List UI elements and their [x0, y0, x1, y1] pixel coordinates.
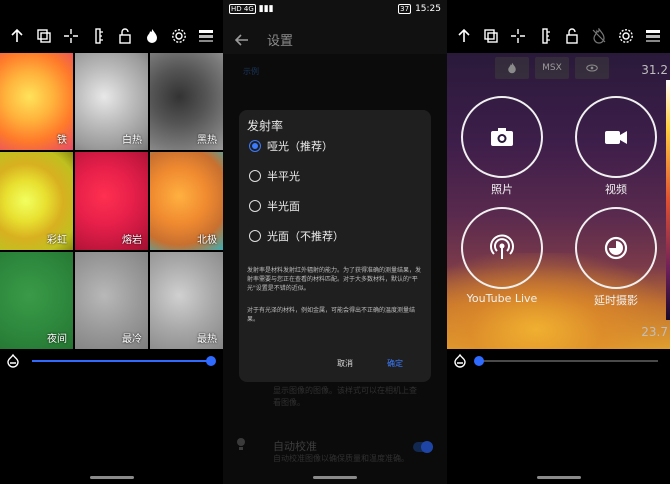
- palette-tile-black-hot[interactable]: 黑热: [150, 53, 223, 151]
- emissivity-dialog: 发射率 哑光（推荐） 半平光 半光面 光面（不推荐） 发射率是材料发射红外辐射的…: [239, 110, 431, 382]
- cancel-button[interactable]: 取消: [337, 358, 353, 369]
- palette-label: 最冷: [122, 334, 142, 345]
- camera-icon: [491, 128, 513, 146]
- emissivity-option-glossy[interactable]: 光面（不推荐）: [249, 226, 344, 246]
- radio-button[interactable]: [249, 170, 261, 182]
- palette-label: 北极: [197, 234, 217, 246]
- slider-knob[interactable]: [474, 356, 484, 366]
- palette-tile-rainbow[interactable]: 彩虹: [0, 152, 73, 250]
- palette-grid: 铁 白热 黑热 彩虹 熔岩 北极 夜间 最冷 最热: [0, 53, 223, 349]
- gear-icon[interactable]: [169, 26, 189, 46]
- carrier-badge: HD 4G: [229, 4, 256, 14]
- timelapse-icon: [604, 236, 628, 260]
- youtube-live-button[interactable]: [461, 207, 543, 289]
- emissivity-option-semi-matte[interactable]: 半平光: [249, 166, 300, 186]
- thermometer-icon[interactable]: [88, 26, 108, 46]
- layers-icon[interactable]: [34, 26, 54, 46]
- slider-fill: [32, 360, 211, 362]
- settings-screen: HD 4G ▮▮▮ 37 15:25 设置 示例 显示图像的图像。该样式可以在相…: [223, 0, 447, 484]
- palette-tile-arctic[interactable]: 北极: [150, 152, 223, 250]
- level-slider[interactable]: [32, 356, 216, 366]
- signal-icon: ▮▮▮: [258, 4, 274, 14]
- video-icon: [605, 131, 627, 144]
- ok-button[interactable]: 确定: [387, 358, 403, 369]
- flame-off-icon[interactable]: [589, 26, 609, 46]
- video-mode-label: 视频: [605, 183, 627, 196]
- palette-screen: 铁 白热 黑热 彩虹 熔岩 北极 夜间 最冷 最热: [0, 0, 223, 484]
- palette-icon[interactable]: [5, 353, 21, 369]
- clock: 15:25: [415, 4, 441, 14]
- emissivity-option-matte[interactable]: 哑光（推荐）: [249, 136, 333, 156]
- option-label: 半光面: [267, 200, 300, 213]
- bottom-bar: [447, 350, 670, 372]
- status-bar: HD 4G ▮▮▮ 37 15:25: [223, 0, 447, 18]
- layers-icon[interactable]: [481, 26, 501, 46]
- palette-label: 白热: [122, 135, 142, 147]
- bottom-bar: [0, 350, 223, 372]
- back-arrow-icon[interactable]: [234, 32, 249, 46]
- stack-icon[interactable]: [196, 26, 216, 46]
- temperature-max: 31.2: [641, 63, 668, 77]
- page-title: 设置: [267, 33, 294, 49]
- toolbar: [0, 22, 223, 50]
- crosshair-icon[interactable]: [508, 26, 528, 46]
- photo-mode-button[interactable]: [461, 96, 543, 178]
- flame-chip[interactable]: [495, 57, 529, 79]
- radio-button[interactable]: [249, 230, 261, 242]
- palette-label: 熔岩: [122, 234, 142, 246]
- lock-icon[interactable]: [115, 26, 135, 46]
- flame-icon[interactable]: [142, 26, 162, 46]
- home-indicator[interactable]: [536, 476, 581, 479]
- dialog-title: 发射率: [247, 119, 284, 133]
- palette-label: 铁: [57, 135, 67, 147]
- option-label: 哑光（推荐）: [267, 140, 333, 153]
- thermometer-icon[interactable]: [535, 26, 555, 46]
- msx-chip[interactable]: MSX: [535, 57, 569, 79]
- up-arrow-icon[interactable]: [454, 26, 474, 46]
- palette-tile-night[interactable]: 夜间: [0, 251, 73, 349]
- video-mode-button[interactable]: [575, 96, 657, 178]
- timelapse-label: 延时摄影: [594, 294, 638, 307]
- color-scale-bar: [666, 80, 670, 320]
- palette-tile-coldest[interactable]: 最冷: [75, 251, 148, 349]
- palette-tile-iron[interactable]: 铁: [0, 53, 73, 151]
- emissivity-option-semi-glossy[interactable]: 半光面: [249, 196, 300, 216]
- option-label: 半平光: [267, 170, 300, 183]
- photo-mode-label: 照片: [491, 183, 513, 196]
- crosshair-icon[interactable]: [61, 26, 81, 46]
- battery-level: 37: [398, 4, 412, 14]
- toolbar: [447, 22, 670, 50]
- palette-tile-lava[interactable]: 熔岩: [75, 152, 148, 250]
- broadcast-icon: [490, 234, 514, 259]
- settings-header: 设置: [223, 24, 447, 54]
- dialog-description: 发射率是材料发射红外辐射的能力。为了获得准确的测量结果，发射率需要与您正在查看的…: [247, 267, 422, 292]
- palette-icon[interactable]: [452, 353, 468, 369]
- timelapse-mode-button[interactable]: [575, 207, 657, 289]
- camera-mode-screen: MSX 31.2 23.7 照片 视频 YouTube Live 延时摄影: [447, 0, 670, 484]
- stack-icon[interactable]: [643, 26, 663, 46]
- slider-knob[interactable]: [206, 356, 216, 366]
- lock-icon[interactable]: [562, 26, 582, 46]
- radio-button-selected[interactable]: [249, 140, 261, 152]
- palette-label: 最热: [197, 334, 217, 345]
- gear-icon[interactable]: [616, 26, 636, 46]
- home-indicator[interactable]: [313, 476, 357, 479]
- palette-tile-hottest[interactable]: 最热: [150, 251, 223, 349]
- palette-label: 夜间: [47, 334, 67, 345]
- radio-button[interactable]: [249, 200, 261, 212]
- home-indicator[interactable]: [89, 476, 134, 479]
- eye-chip[interactable]: [575, 57, 609, 79]
- option-label: 光面（不推荐）: [267, 230, 344, 243]
- youtube-live-label: YouTube Live: [466, 292, 538, 305]
- dialog-note: 对于有光泽的材料，例如金属，可能会得出不正确的温度测量结果。: [247, 307, 416, 323]
- palette-tile-white-hot[interactable]: 白热: [75, 53, 148, 151]
- palette-label: 黑热: [197, 135, 217, 147]
- up-arrow-icon[interactable]: [7, 26, 27, 46]
- palette-label: 彩虹: [47, 234, 67, 246]
- level-slider[interactable]: [474, 356, 658, 366]
- temperature-min: 23.7: [641, 325, 668, 339]
